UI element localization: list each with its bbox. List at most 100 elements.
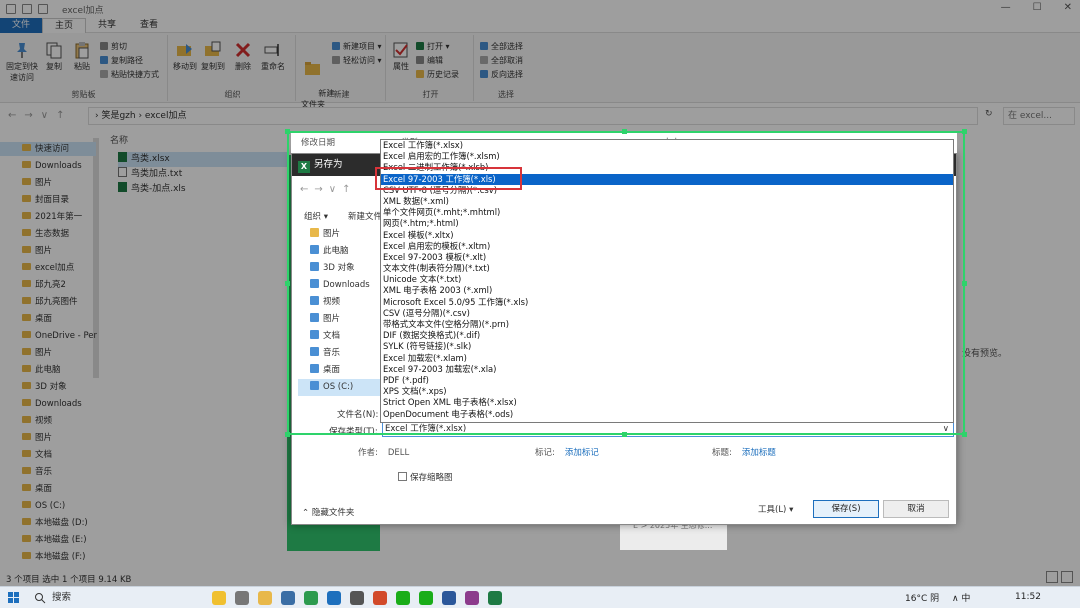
tab-home[interactable]: 主页 xyxy=(42,17,87,33)
filetype-option[interactable]: Unicode 文本(*.txt) xyxy=(381,274,953,285)
minimize-icon[interactable]: — xyxy=(1001,2,1011,13)
filetype-option[interactable]: SYLK (符号链接)(*.slk) xyxy=(381,341,953,352)
filetype-option[interactable]: 单个文件网页(*.mht;*.mhtml) xyxy=(381,207,953,218)
dialog-nav-item[interactable]: Downloads xyxy=(298,277,383,294)
nav-item[interactable]: 快速访问 xyxy=(0,142,96,156)
app-icon[interactable] xyxy=(281,591,295,605)
cancel-button[interactable]: 取消 xyxy=(883,500,949,518)
filetype-option[interactable]: XPS 文档(*.xps) xyxy=(381,386,953,397)
paste-shortcut-button[interactable]: 粘贴快捷方式 xyxy=(100,69,159,80)
maximize-icon[interactable]: ☐ xyxy=(1033,2,1042,13)
tab-view[interactable]: 查看 xyxy=(128,18,170,33)
nav-item[interactable]: 桌面 xyxy=(22,312,52,326)
copy-to-button[interactable]: 复制到 xyxy=(200,41,226,72)
filetype-option[interactable]: Excel 97-2003 加载宏(*.xla) xyxy=(381,364,953,375)
address-bar[interactable]: › 笑是gzh › excel加点 xyxy=(88,107,978,125)
taskbar-search[interactable]: 搜索 xyxy=(30,590,200,606)
nav-item[interactable]: 本地磁盘 (E:) xyxy=(22,533,87,547)
dialog-nav-item[interactable]: 视频 xyxy=(298,294,383,311)
clock[interactable]: 11:52 xyxy=(1015,592,1041,602)
sparkle-icon[interactable] xyxy=(212,591,226,605)
filetype-option[interactable]: Excel 工作簿(*.xlsx) xyxy=(381,140,953,151)
excel-icon[interactable] xyxy=(488,591,502,605)
nav-item[interactable]: 视频 xyxy=(22,414,52,428)
close-icon[interactable]: ✕ xyxy=(1064,2,1072,13)
paste-button[interactable]: 粘贴 xyxy=(70,41,94,72)
filetype-option[interactable]: Excel 二进制工作簿(*.xlsb) xyxy=(381,162,953,173)
refresh-icon[interactable]: ↻ xyxy=(985,109,993,119)
history-button[interactable]: 历史记录 xyxy=(416,69,459,80)
filetype-option[interactable]: PDF (*.pdf) xyxy=(381,375,953,386)
dialog-nav-item[interactable]: 文档 xyxy=(298,328,383,345)
dialog-nav-item[interactable]: 3D 对象 xyxy=(298,260,383,277)
file-list-item[interactable]: 鸟类加点.txt xyxy=(118,167,288,182)
nav-arrows[interactable]: ←→∨↑ xyxy=(8,110,72,121)
nav-item[interactable]: Downloads xyxy=(22,159,82,173)
select-none-button[interactable]: 全部取消 xyxy=(480,55,523,66)
wechat-icon[interactable] xyxy=(396,591,410,605)
tab-file[interactable]: 文件 xyxy=(0,17,43,33)
nav-item[interactable]: 图片 xyxy=(22,176,52,190)
hide-folders-toggle[interactable]: ⌃ 隐藏文件夹 xyxy=(302,506,354,518)
properties-button[interactable]: 属性 xyxy=(390,41,412,72)
weather-widget[interactable]: 16°C 阴 xyxy=(905,594,939,604)
filetype-option[interactable]: Excel 97-2003 模板(*.xlt) xyxy=(381,252,953,263)
nav-item[interactable]: 3D 对象 xyxy=(22,380,67,394)
file-list-item[interactable]: 鸟类.xlsx xyxy=(118,152,288,167)
rename-button[interactable]: 重命名 xyxy=(258,41,288,72)
nav-item[interactable]: 封面目录 xyxy=(22,193,69,207)
dialog-nav-item[interactable]: 图片 xyxy=(298,311,383,328)
nav-item[interactable]: 本地磁盘 (D:) xyxy=(22,516,88,530)
ime-indicator[interactable]: ∧ 中 xyxy=(952,594,970,604)
dialog-nav-arrows[interactable]: ←→∨↑ xyxy=(300,184,356,195)
edge-icon[interactable] xyxy=(327,591,341,605)
app-icon[interactable] xyxy=(350,591,364,605)
delete-button[interactable]: 删除 xyxy=(230,41,256,72)
filetype-option[interactable]: 带格式文本文件(空格分隔)(*.prn) xyxy=(381,319,953,330)
dialog-nav-item[interactable]: 此电脑 xyxy=(298,243,383,260)
filetype-select[interactable]: Excel 工作簿(*.xlsx) ∨ xyxy=(382,422,954,437)
nav-item[interactable]: 本地磁盘 (F:) xyxy=(22,550,85,564)
filetype-option[interactable]: XML 数据(*.xml) xyxy=(381,196,953,207)
nav-item[interactable]: Downloads xyxy=(22,397,82,411)
filetype-option[interactable]: Excel 启用宏的模板(*.xltm) xyxy=(381,241,953,252)
filetype-option[interactable]: Excel 97-2003 工作簿(*.xls) xyxy=(381,173,953,185)
copy-path-button[interactable]: 复制路径 xyxy=(100,55,143,66)
nav-item[interactable]: excel加点 xyxy=(22,261,74,275)
organize-button[interactable]: 组织 ▾ xyxy=(304,210,328,222)
dialog-nav-item[interactable]: OS (C:) xyxy=(298,379,383,396)
word-icon[interactable] xyxy=(442,591,456,605)
file-explorer-icon[interactable] xyxy=(258,591,272,605)
folder-icon[interactable] xyxy=(6,4,16,14)
new-item-button[interactable]: 新建项目 ▾ xyxy=(332,41,382,52)
wechat-icon[interactable] xyxy=(419,591,433,605)
task-view-icon[interactable] xyxy=(235,591,249,605)
filetype-option[interactable]: OpenDocument 电子表格(*.ods) xyxy=(381,409,953,420)
filetype-option[interactable]: 文本文件(制表符分隔)(*.txt) xyxy=(381,263,953,274)
nav-item[interactable]: 图片 xyxy=(22,346,52,360)
nav-item[interactable]: 图片 xyxy=(22,431,52,445)
nav-item[interactable]: 此电脑 xyxy=(22,363,61,377)
nav-item[interactable]: 音乐 xyxy=(22,465,52,479)
save-button[interactable]: 保存(S) xyxy=(813,500,879,518)
filetype-option[interactable]: CSV UTF-8 (逗号分隔)(*.csv) xyxy=(381,185,953,196)
column-header-name[interactable]: 名称 xyxy=(110,133,128,146)
thumbnail-checkbox[interactable]: 保存缩略图 xyxy=(398,471,453,483)
nav-item[interactable]: 生态数据 xyxy=(22,227,69,241)
select-all-button[interactable]: 全部选择 xyxy=(480,41,523,52)
nav-item[interactable]: OS (C:) xyxy=(22,499,65,513)
new-folder-icon[interactable] xyxy=(38,4,48,14)
search-input[interactable]: 在 excel... xyxy=(1003,107,1075,125)
filetype-option[interactable]: Excel 启用宏的工作簿(*.xlsm) xyxy=(381,151,953,162)
app-icon[interactable] xyxy=(465,591,479,605)
file-list-item[interactable]: 鸟类-加点.xls xyxy=(118,182,288,197)
column-header-date[interactable]: 修改日期 xyxy=(301,136,335,148)
dialog-nav-item[interactable]: 音乐 xyxy=(298,345,383,362)
filetype-option[interactable]: 网页(*.htm;*.html) xyxy=(381,218,953,229)
dialog-nav-item[interactable]: 桌面 xyxy=(298,362,383,379)
filetype-option[interactable]: XML 电子表格 2003 (*.xml) xyxy=(381,285,953,296)
tab-share[interactable]: 共享 xyxy=(86,18,128,33)
open-button[interactable]: 打开 ▾ xyxy=(416,41,450,52)
filetype-option[interactable]: Excel 模板(*.xltx) xyxy=(381,230,953,241)
edit-button[interactable]: 编辑 xyxy=(416,55,443,66)
